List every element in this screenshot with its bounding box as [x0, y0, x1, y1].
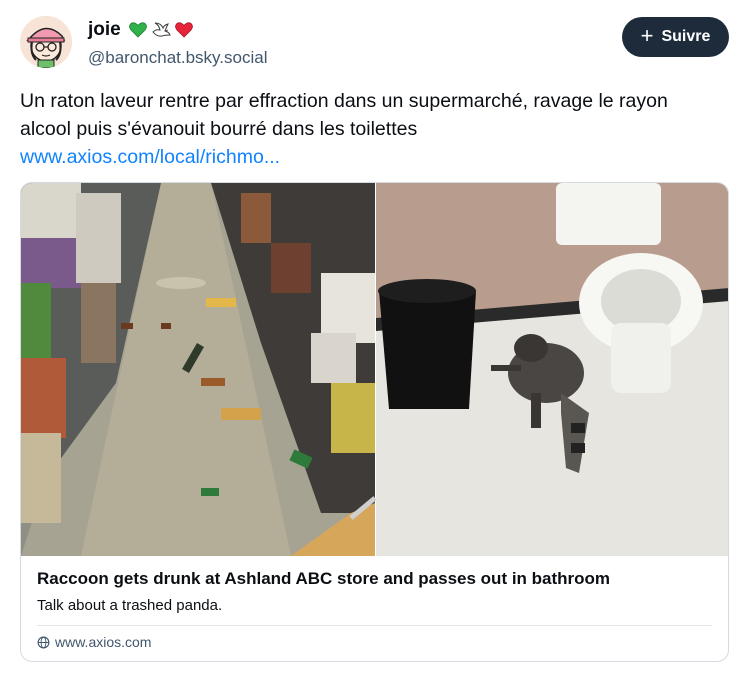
author-info[interactable]: joie @baronchat.bsky.social: [88, 18, 267, 68]
link-card-domain[interactable]: www.axios.com: [37, 634, 151, 650]
handle[interactable]: @baronchat.bsky.social: [88, 48, 267, 68]
avatar-image: [20, 16, 72, 68]
dove-icon: [152, 22, 171, 37]
globe-icon: [37, 636, 50, 648]
link-card-domain-text: www.axios.com: [55, 634, 152, 650]
link-card[interactable]: Raccoon gets drunk at Ashland ABC store …: [20, 182, 729, 662]
follow-button-label: Suivre: [661, 28, 711, 45]
display-name[interactable]: joie: [88, 18, 194, 42]
post: joie @baronchat.bsky.social + Suivre Un …: [0, 0, 747, 679]
post-link[interactable]: www.axios.com/local/richmo...: [20, 143, 280, 171]
link-card-photo: [21, 183, 728, 556]
link-card-divider: [37, 625, 712, 626]
post-text: Un raton laveur rentre par effraction da…: [20, 90, 668, 140]
plus-icon: +: [640, 23, 654, 48]
link-card-description: Talk about a trashed panda.: [37, 597, 223, 614]
display-name-text: joie: [88, 19, 121, 40]
link-card-title[interactable]: Raccoon gets drunk at Ashland ABC store …: [37, 569, 610, 589]
red-heart-icon: [174, 22, 193, 38]
green-heart-icon: [128, 22, 147, 38]
follow-button[interactable]: + Suivre: [622, 17, 729, 57]
avatar[interactable]: [20, 16, 72, 68]
link-card-image[interactable]: [21, 183, 728, 556]
